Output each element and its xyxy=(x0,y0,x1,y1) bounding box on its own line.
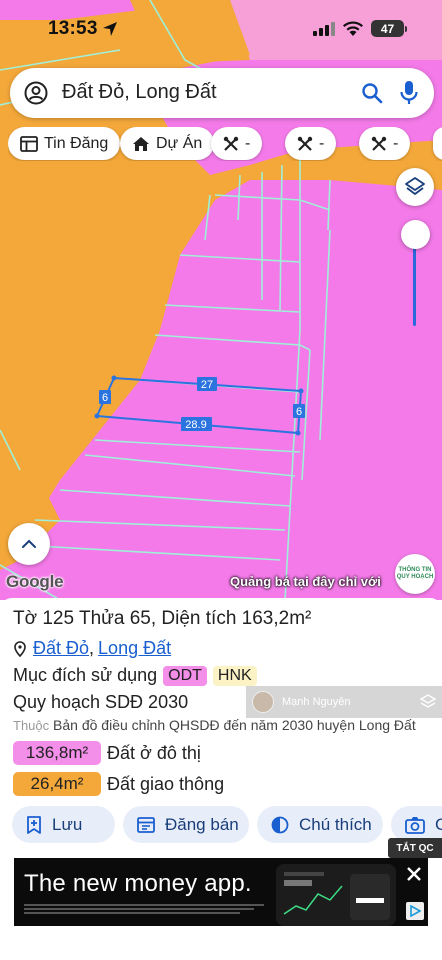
area-row-road: 26,4m² Đất giao thông xyxy=(13,772,224,796)
plan-source-label: Thuộc xyxy=(13,718,50,733)
ad-fine-print xyxy=(24,904,264,918)
adchoices-icon[interactable] xyxy=(406,902,424,920)
layers-icon xyxy=(405,177,425,195)
expand-up-button[interactable] xyxy=(8,523,50,565)
legend-label: Chú thích xyxy=(299,814,372,834)
microphone-icon[interactable] xyxy=(399,80,419,106)
camera-icon xyxy=(405,816,425,834)
search-icon[interactable] xyxy=(360,81,384,105)
land-use-tag-odt: ODT xyxy=(163,665,207,686)
save-label: Lưu xyxy=(52,814,83,834)
chip-tool-2[interactable]: - xyxy=(285,127,337,160)
contrast-icon xyxy=(271,816,289,834)
parcel-info-sheet: Tờ 125 Thửa 65, Diện tích 163,2m² Đất Đỏ… xyxy=(0,598,442,960)
legend-button[interactable]: Chú thích xyxy=(257,806,383,843)
area-label: Đất giao thông xyxy=(107,773,225,794)
land-use-row: Mục đích sử dụng ODT HNK xyxy=(13,665,257,686)
area-value: 26,4m² xyxy=(13,772,101,796)
land-use-label: Mục đích sử dụng xyxy=(13,665,158,685)
location-arrow-icon xyxy=(103,22,117,36)
plan-label: Quy hoạch SDĐ 2030 xyxy=(13,692,189,712)
chip-label: - xyxy=(245,134,251,152)
battery-indicator: 47 xyxy=(371,20,404,37)
location-commune-link[interactable]: Đất Đỏ xyxy=(33,638,89,659)
search-bar[interactable]: Đất Đỏ, Long Đất xyxy=(10,68,434,118)
status-bar: 13:53 47 xyxy=(0,0,442,60)
bookmark-add-icon xyxy=(26,815,42,834)
location-district-link[interactable]: Long Đất xyxy=(98,638,171,659)
parcel-location: Đất Đỏ , Long Đất xyxy=(13,638,171,659)
land-use-tag-hnk: HNK xyxy=(212,665,257,686)
tools-icon xyxy=(223,136,239,152)
planning-info-badge[interactable]: THÔNG TIN QUY HOẠCH xyxy=(395,554,435,594)
pin-icon xyxy=(14,640,26,657)
promo-text[interactable]: Quảng bá tại đây chỉ với xyxy=(230,574,381,589)
user-name: Mạnh Nguyên xyxy=(282,696,351,708)
ad-headline: The new money app. xyxy=(24,870,252,897)
parcel-title: Tờ 125 Thửa 65, Diện tích 163,2m² xyxy=(13,608,312,629)
house-icon xyxy=(132,136,150,152)
chip-label: Tin Đăng xyxy=(44,134,109,152)
area-row-residential: 136,8m² Đất ở đô thị xyxy=(13,741,201,765)
chip-tool-3[interactable]: - xyxy=(359,127,411,160)
ad-close-icon[interactable] xyxy=(406,866,422,882)
area-label: Đất ở đô thị xyxy=(107,742,201,763)
area-value: 136,8m² xyxy=(13,741,101,765)
chevron-up-icon xyxy=(22,539,36,548)
tools-icon xyxy=(297,136,313,152)
action-buttons: Lưu Đăng bán Chú thích C xyxy=(12,806,442,844)
avatar xyxy=(252,691,274,713)
search-input[interactable]: Đất Đỏ, Long Đất xyxy=(62,81,217,104)
layers-icon xyxy=(420,694,436,708)
plan-source-value: Bản đồ điều chỉnh QHSDĐ đến năm 2030 huy… xyxy=(53,717,416,733)
map-view[interactable]: 27 28.9 6 6 13:53 47 Đất Đỏ, Long Đất Ti… xyxy=(0,0,442,600)
dim-bottom-label: 28.9 xyxy=(185,419,206,431)
filter-chips: Tin Đăng Dự Án - - - xyxy=(8,127,442,161)
chip-tool-1[interactable]: - xyxy=(211,127,263,160)
cellular-signal-icon xyxy=(313,22,335,36)
wifi-icon xyxy=(343,21,363,36)
layers-button[interactable] xyxy=(396,168,434,206)
ad-banner[interactable]: The new money app. xyxy=(14,858,428,926)
camera-label: C xyxy=(435,814,442,834)
chip-tin-dang[interactable]: Tin Đăng xyxy=(8,127,121,160)
dim-left-label: 6 xyxy=(102,392,108,404)
opacity-slider-knob[interactable] xyxy=(401,220,430,249)
listing-icon xyxy=(137,816,155,833)
close-ads-button[interactable]: TẮT QC xyxy=(388,838,442,858)
plan-source: Thuộc Bản đồ điều chỉnh QHSDĐ đến năm 20… xyxy=(13,717,416,733)
post-listing-label: Đăng bán xyxy=(165,814,239,834)
google-attribution: Google xyxy=(6,572,64,591)
chip-label: - xyxy=(319,134,325,152)
chip-label: - xyxy=(393,134,399,152)
planning-info-badge-label: THÔNG TIN QUY HOẠCH xyxy=(396,567,434,580)
chip-du-an[interactable]: Dự Án xyxy=(120,127,215,160)
news-icon xyxy=(20,135,38,152)
tools-icon xyxy=(371,136,387,152)
account-icon[interactable] xyxy=(24,81,48,105)
ad-phone-image xyxy=(276,864,396,926)
chip-label: Dự Án xyxy=(156,134,203,152)
user-watermark: Mạnh Nguyên xyxy=(246,686,442,718)
save-button[interactable]: Lưu xyxy=(12,806,115,843)
status-time: 13:53 xyxy=(48,18,98,39)
chip-more[interactable] xyxy=(433,127,442,160)
post-listing-button[interactable]: Đăng bán xyxy=(123,806,249,843)
dim-top-label: 27 xyxy=(201,379,213,391)
dim-right-label: 6 xyxy=(296,406,302,418)
battery-tip xyxy=(405,26,407,32)
location-separator: , xyxy=(89,638,95,658)
